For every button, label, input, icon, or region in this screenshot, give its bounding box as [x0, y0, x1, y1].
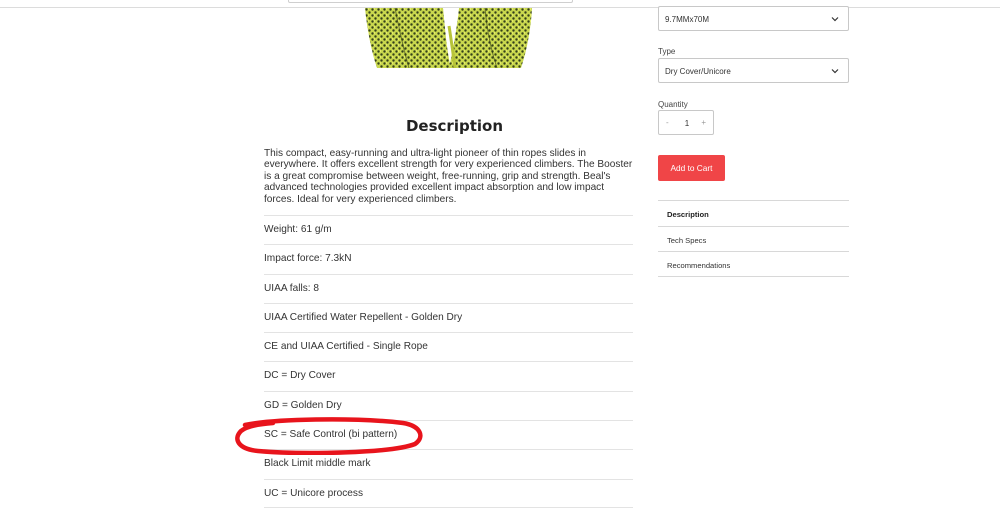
spec-item: CE and UIAA Certified - Single Rope	[264, 332, 633, 361]
spec-item: Weight: 61 g/m	[264, 215, 633, 244]
spec-item: UIAA Certified Water Repellent - Golden …	[264, 302, 633, 332]
site-header-bar	[0, 0, 1000, 8]
spec-item: DC = Dry Cover	[264, 361, 633, 390]
spec-item-highlighted: SC = Safe Control (bi pattern)	[264, 420, 633, 449]
size-select-value: 9.7MMx70M	[665, 15, 710, 24]
type-select[interactable]: Dry Cover/Unicore	[658, 58, 849, 83]
spec-item: GD = Golden Dry	[264, 390, 633, 420]
type-select-value: Dry Cover/Unicore	[665, 67, 731, 76]
tab-tech-specs[interactable]: Tech Specs	[658, 225, 849, 252]
product-info-tabs: Description Tech Specs Recommendations	[658, 200, 849, 277]
quantity-stepper[interactable]: - 1 +	[658, 110, 714, 135]
spec-item: Impact force: 7.3kN	[264, 244, 633, 273]
quantity-value[interactable]: 1	[659, 119, 715, 128]
size-select[interactable]: 9.7MMx70M	[658, 6, 849, 31]
chevron-down-icon	[831, 17, 839, 22]
product-image	[365, 8, 532, 68]
spec-item: Black Limit middle mark	[264, 449, 633, 478]
search-input[interactable]	[288, 0, 573, 3]
spec-item: UIAA falls: 8	[264, 273, 633, 303]
quantity-increase-button[interactable]: +	[701, 118, 706, 127]
spec-list: Weight: 61 g/m Impact force: 7.3kN UIAA …	[264, 215, 633, 508]
description-paragraph: This compact, easy-running and ultra-lig…	[264, 148, 633, 205]
description-title: Description	[405, 117, 504, 135]
type-label: Type	[658, 47, 676, 56]
spec-item: UC = Unicore process	[264, 478, 633, 508]
chevron-down-icon	[831, 69, 839, 74]
tab-description[interactable]: Description	[658, 200, 849, 226]
tab-recommendations[interactable]: Recommendations	[658, 251, 849, 277]
add-to-cart-button[interactable]: Add to Cart	[658, 155, 725, 181]
quantity-label: Quantity	[658, 100, 688, 109]
